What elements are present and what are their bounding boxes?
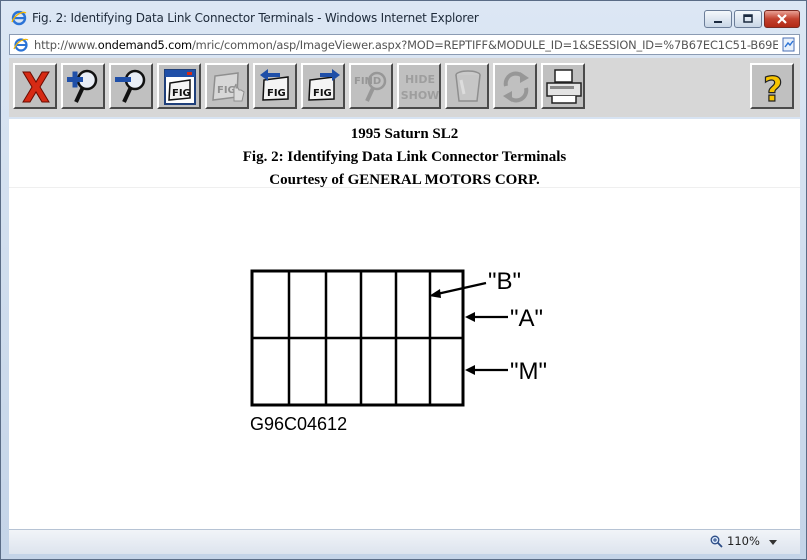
title-bar[interactable]: Fig. 2: Identifying Data Link Connector … — [1, 1, 806, 33]
help-icon: ? — [763, 69, 784, 108]
callout-arrows — [429, 281, 508, 375]
ie-page-icon — [13, 38, 29, 52]
window-title: Fig. 2: Identifying Data Link Connector … — [32, 11, 479, 25]
chevron-down-icon[interactable] — [769, 540, 777, 545]
caption-vehicle: 1995 Saturn SL2 — [350, 126, 459, 142]
help-button[interactable]: ? — [750, 63, 794, 109]
figure-caption: 1995 Saturn SL2 Fig. 2: Identifying Data… — [9, 123, 800, 192]
browser-window: Fig. 2: Identifying Data Link Connector … — [0, 0, 807, 560]
bucket-icon — [455, 70, 481, 102]
help-label: ? — [763, 70, 783, 108]
find-icon: FIND — [354, 71, 387, 102]
close-viewer-button[interactable] — [13, 63, 57, 109]
red-x-icon — [22, 71, 50, 103]
address-url[interactable]: http://www.ondemand5.com/mric/common/asp… — [34, 38, 778, 52]
figure-code: G96C04612 — [250, 414, 347, 434]
zoom-in-icon — [67, 69, 98, 103]
close-icon — [777, 14, 787, 24]
caption-title: Fig. 2: Identifying Data Link Connector … — [242, 149, 567, 165]
zoom-out-button[interactable] — [109, 63, 153, 109]
figure-icon: FIG — [164, 69, 196, 105]
url-rest: /mric/common/asp/ImageViewer.aspx?MOD=RE… — [191, 38, 778, 52]
zoom-in-button[interactable] — [61, 63, 105, 109]
next-figure-icon: FIG — [308, 69, 340, 101]
close-window-button[interactable] — [764, 10, 800, 28]
refresh-icon — [503, 71, 529, 103]
minimize-button[interactable] — [704, 10, 732, 28]
find-button[interactable]: FIND — [349, 63, 393, 109]
caption-courtesy: Courtesy of GENERAL MOTORS CORP. — [269, 172, 540, 188]
caption-divider — [9, 187, 800, 188]
ie-logo-icon — [11, 10, 27, 26]
show-label: SHOW — [401, 89, 440, 102]
connector-diagram: "B" "A" "M" G96C04612 — [250, 268, 547, 434]
page-status-icon[interactable] — [782, 37, 796, 52]
terminal-b-label: "B" — [488, 268, 521, 295]
figure-button[interactable]: FIG — [157, 63, 201, 109]
status-bar: 110% — [9, 529, 800, 554]
address-bar[interactable]: http://www.ondemand5.com/mric/common/asp… — [9, 34, 800, 55]
hide-show-button[interactable]: HIDE SHOW — [397, 63, 441, 109]
figure-content-area[interactable]: 1995 Saturn SL2 Fig. 2: Identifying Data… — [9, 119, 800, 529]
terminal-m-label: "M" — [510, 358, 547, 385]
next-figure-button[interactable]: FIG — [301, 63, 345, 109]
minimize-icon — [714, 21, 722, 23]
prev-figure-icon: FIG — [260, 69, 289, 101]
figure-label: FIG — [172, 88, 191, 99]
zoom-level[interactable]: 110% — [727, 534, 760, 548]
hide-show-icon: HIDE SHOW — [401, 73, 440, 102]
url-prefix: http://www. — [34, 38, 98, 52]
find-label: FIND — [354, 76, 381, 87]
zoom-out-icon — [115, 69, 146, 103]
refresh-button[interactable] — [493, 63, 537, 109]
printer-icon — [546, 69, 582, 104]
zoom-magnifier-icon[interactable] — [710, 535, 723, 548]
viewer-toolbar: FIG FIG FIG FIG FIND HIDE SHOW ? — [9, 58, 800, 117]
maximize-button[interactable] — [734, 10, 762, 28]
print-button[interactable] — [541, 63, 585, 109]
connector-body — [250, 269, 465, 407]
maximize-icon — [743, 14, 753, 23]
prev-figure-label: FIG — [267, 88, 286, 99]
bucket-button[interactable] — [445, 63, 489, 109]
terminal-a-label: "A" — [510, 305, 543, 332]
figure-hand-label: FIG — [217, 85, 236, 96]
previous-figure-button[interactable]: FIG — [253, 63, 297, 109]
figure-hand-icon: FIG — [212, 72, 245, 102]
next-figure-label: FIG — [313, 88, 332, 99]
hide-label: HIDE — [405, 73, 435, 86]
figure-hand-button[interactable]: FIG — [205, 63, 249, 109]
url-host: ondemand5.com — [97, 38, 192, 52]
